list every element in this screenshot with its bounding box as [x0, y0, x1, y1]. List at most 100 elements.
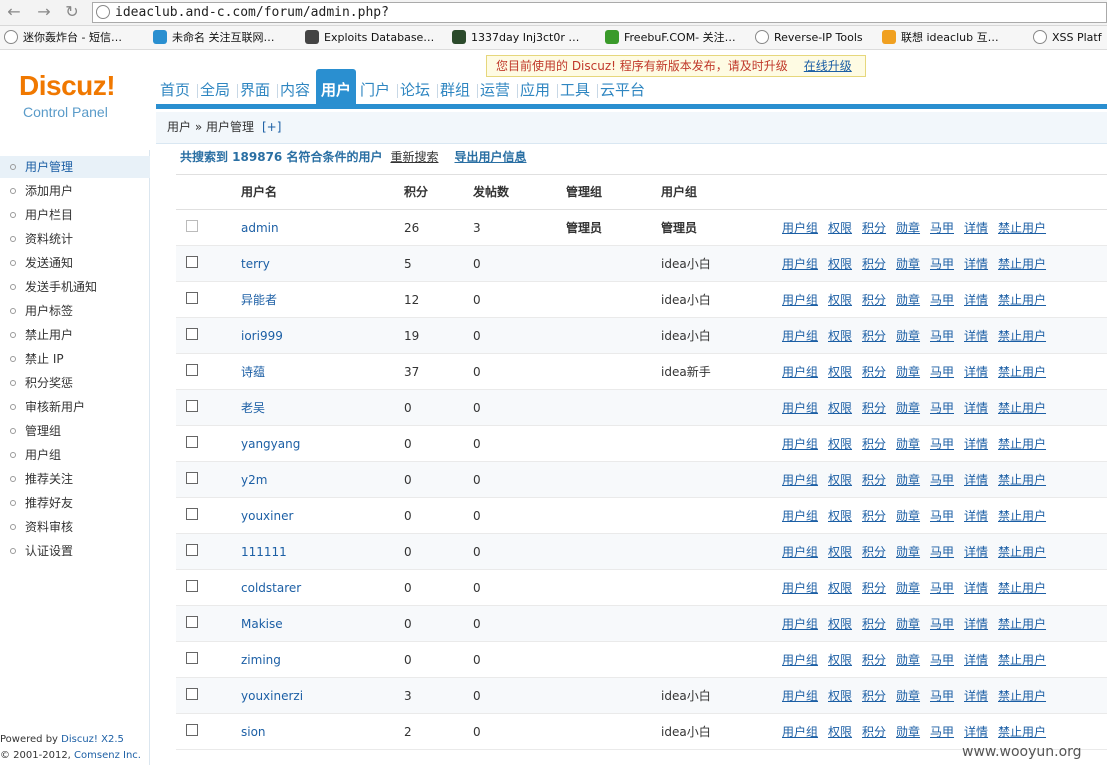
row-action-link[interactable]: 用户组	[782, 318, 818, 354]
row-checkbox[interactable]	[186, 472, 198, 484]
row-checkbox[interactable]	[186, 688, 198, 700]
row-action-link[interactable]: 马甲	[930, 678, 954, 714]
row-action-link[interactable]: 积分	[862, 354, 886, 390]
row-action-link[interactable]: 详情	[964, 534, 988, 570]
sidebar-item[interactable]: 添加用户	[0, 180, 150, 202]
row-action-link[interactable]: 权限	[828, 390, 852, 426]
row-action-link[interactable]: 权限	[828, 318, 852, 354]
row-action-link[interactable]: 详情	[964, 390, 988, 426]
sidebar-item[interactable]: 积分奖惩	[0, 372, 150, 394]
row-action-link[interactable]: 禁止用户	[998, 354, 1046, 390]
sidebar-item[interactable]: 发送通知	[0, 252, 150, 274]
bookmark-item[interactable]: Reverse-IP Tools	[755, 30, 863, 46]
row-action-link[interactable]: 勋章	[896, 714, 920, 750]
row-action-link[interactable]: 用户组	[782, 390, 818, 426]
username-link[interactable]: 异能者	[241, 282, 277, 318]
row-action-link[interactable]: 详情	[964, 498, 988, 534]
sidebar-item[interactable]: 审核新用户	[0, 396, 150, 418]
nav-tab[interactable]: 内容	[280, 79, 310, 101]
sidebar-item[interactable]: 用户标签	[0, 300, 150, 322]
row-checkbox[interactable]	[186, 508, 198, 520]
row-action-link[interactable]: 详情	[964, 642, 988, 678]
sidebar-item[interactable]: 资料统计	[0, 228, 150, 250]
username-link[interactable]: sion	[241, 714, 266, 750]
row-action-link[interactable]: 勋章	[896, 282, 920, 318]
sidebar-item[interactable]: 禁止用户	[0, 324, 150, 346]
row-action-link[interactable]: 积分	[862, 210, 886, 246]
row-action-link[interactable]: 勋章	[896, 390, 920, 426]
nav-tab[interactable]: 用户	[316, 69, 357, 105]
row-action-link[interactable]: 用户组	[782, 426, 818, 462]
row-action-link[interactable]: 马甲	[930, 318, 954, 354]
row-action-link[interactable]: 详情	[964, 210, 988, 246]
row-action-link[interactable]: 禁止用户	[998, 534, 1046, 570]
nav-tab[interactable]: 应用	[520, 79, 550, 101]
row-action-link[interactable]: 禁止用户	[998, 570, 1046, 606]
row-action-link[interactable]: 勋章	[896, 210, 920, 246]
row-action-link[interactable]: 禁止用户	[998, 210, 1046, 246]
upgrade-link[interactable]: 在线升级	[804, 59, 852, 73]
row-action-link[interactable]: 马甲	[930, 642, 954, 678]
row-action-link[interactable]: 禁止用户	[998, 642, 1046, 678]
row-action-link[interactable]: 积分	[862, 678, 886, 714]
username-link[interactable]: 诗蕴	[241, 354, 265, 390]
sidebar-item[interactable]: 认证设置	[0, 540, 150, 562]
row-checkbox[interactable]	[186, 328, 198, 340]
row-action-link[interactable]: 积分	[862, 570, 886, 606]
nav-tab[interactable]: 首页	[160, 79, 190, 101]
username-link[interactable]: ziming	[241, 642, 281, 678]
row-checkbox[interactable]	[186, 544, 198, 556]
row-checkbox[interactable]	[186, 256, 198, 268]
row-action-link[interactable]: 权限	[828, 642, 852, 678]
row-action-link[interactable]: 积分	[862, 318, 886, 354]
row-action-link[interactable]: 勋章	[896, 246, 920, 282]
row-action-link[interactable]: 详情	[964, 606, 988, 642]
row-action-link[interactable]: 禁止用户	[998, 390, 1046, 426]
footer-company-link[interactable]: Comsenz Inc.	[74, 750, 141, 761]
row-action-link[interactable]: 勋章	[896, 606, 920, 642]
row-action-link[interactable]: 马甲	[930, 282, 954, 318]
row-action-link[interactable]: 禁止用户	[998, 678, 1046, 714]
row-action-link[interactable]: 详情	[964, 318, 988, 354]
row-action-link[interactable]: 详情	[964, 462, 988, 498]
row-action-link[interactable]: 用户组	[782, 210, 818, 246]
nav-tab[interactable]: 全局	[200, 79, 230, 101]
row-action-link[interactable]: 马甲	[930, 210, 954, 246]
row-action-link[interactable]: 积分	[862, 606, 886, 642]
row-action-link[interactable]: 勋章	[896, 318, 920, 354]
row-action-link[interactable]: 用户组	[782, 534, 818, 570]
sidebar-item[interactable]: 推荐关注	[0, 468, 150, 490]
row-action-link[interactable]: 积分	[862, 714, 886, 750]
sidebar-item[interactable]: 管理组	[0, 420, 150, 442]
username-link[interactable]: Makise	[241, 606, 283, 642]
row-action-link[interactable]: 权限	[828, 678, 852, 714]
row-action-link[interactable]: 用户组	[782, 246, 818, 282]
row-action-link[interactable]: 权限	[828, 606, 852, 642]
address-bar[interactable]: ideaclub.and-c.com/forum/admin.php?	[92, 2, 1107, 23]
row-action-link[interactable]: 用户组	[782, 714, 818, 750]
nav-tab[interactable]: 门户	[360, 79, 390, 101]
row-action-link[interactable]: 用户组	[782, 462, 818, 498]
row-action-link[interactable]: 权限	[828, 570, 852, 606]
row-action-link[interactable]: 详情	[964, 354, 988, 390]
row-action-link[interactable]: 权限	[828, 498, 852, 534]
row-action-link[interactable]: 用户组	[782, 498, 818, 534]
row-checkbox[interactable]	[186, 400, 198, 412]
row-action-link[interactable]: 用户组	[782, 642, 818, 678]
row-action-link[interactable]: 禁止用户	[998, 462, 1046, 498]
bookmark-item[interactable]: FreebuF.COM- 关注…	[605, 30, 736, 46]
row-action-link[interactable]: 用户组	[782, 570, 818, 606]
nav-tab[interactable]: 论坛	[400, 79, 430, 101]
row-action-link[interactable]: 勋章	[896, 678, 920, 714]
row-action-link[interactable]: 马甲	[930, 534, 954, 570]
bookmark-item[interactable]: 1337day Inj3ct0r …	[452, 30, 579, 46]
username-link[interactable]: y2m	[241, 462, 267, 498]
row-action-link[interactable]: 勋章	[896, 570, 920, 606]
sidebar-item[interactable]: 禁止 IP	[0, 348, 150, 370]
row-action-link[interactable]: 马甲	[930, 462, 954, 498]
row-checkbox[interactable]	[186, 364, 198, 376]
row-action-link[interactable]: 用户组	[782, 606, 818, 642]
row-action-link[interactable]: 权限	[828, 426, 852, 462]
row-action-link[interactable]: 禁止用户	[998, 246, 1046, 282]
bookmark-item[interactable]: Exploits Database…	[305, 30, 434, 46]
